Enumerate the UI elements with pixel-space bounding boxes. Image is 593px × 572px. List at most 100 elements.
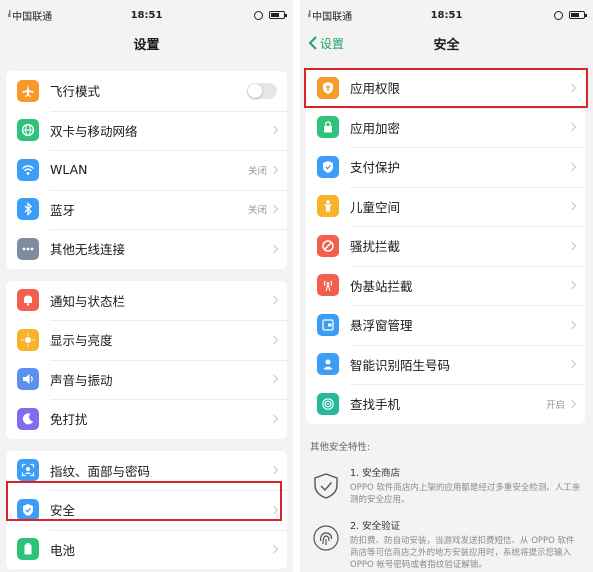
battery-icon	[17, 538, 39, 561]
page-title: 安全	[433, 37, 460, 53]
list-item-label: 骚扰拦截	[350, 239, 401, 255]
chevron-right-icon	[269, 165, 279, 174]
settings-group: 通知与状态栏显示与亮度声音与振动免打扰	[6, 280, 287, 439]
shield-key-icon	[317, 76, 339, 99]
shield-check-icon	[317, 155, 339, 178]
chevron-right-icon	[269, 296, 279, 305]
carrier-name: 中国联通	[312, 11, 353, 23]
list-item-label: 免打扰	[50, 412, 88, 428]
list-item-label: 电池	[50, 542, 76, 558]
feature-title: 1. 安全商店	[350, 467, 401, 479]
airplane-mode-toggle[interactable]	[247, 82, 277, 99]
chevron-right-icon	[269, 244, 279, 253]
speaker-icon	[17, 368, 39, 391]
list-item[interactable]: 查找手机 开启	[306, 384, 585, 424]
list-item-label: 其他无线连接	[50, 242, 126, 258]
chevron-right-icon	[567, 399, 577, 408]
list-item-label: 智能识别陌生号码	[350, 357, 451, 373]
list-item-label: 悬浮窗管理	[350, 318, 413, 334]
back-label: 设置	[320, 36, 345, 51]
chevron-right-icon	[567, 241, 577, 250]
list-item[interactable]: 声音与振动	[6, 359, 287, 400]
feature-item: 2. 安全验证 防扣费、防自动安装，当游戏发送扣费短信、从 OPPO 软件商店等可…	[300, 518, 593, 571]
list-item[interactable]: 支付保护	[306, 147, 585, 187]
chevron-right-icon	[269, 126, 279, 135]
chevron-right-icon	[567, 123, 577, 132]
list-item-label: 蓝牙	[50, 202, 76, 218]
status-value: 开启	[545, 399, 565, 411]
bluetooth-icon	[17, 198, 39, 221]
chevron-right-icon	[269, 335, 279, 344]
list-item[interactable]: 通知与状态栏	[6, 281, 287, 321]
airplane-icon	[17, 79, 39, 102]
list-item-label: 通知与状态栏	[50, 293, 126, 309]
list-item-label: 应用加密	[350, 120, 401, 136]
security-panel: ᵢl 中国联通 18:51 设置 安全 应用权限应用加密支付保护 儿童空间骚扰拦截…	[300, 0, 593, 572]
list-item-label: 双卡与移动网络	[50, 123, 138, 139]
list-item[interactable]: 飞行模式	[6, 71, 287, 111]
contact-icon	[317, 353, 339, 376]
chevron-right-icon	[567, 281, 577, 290]
settings-list: 飞行模式 双卡与移动网络 WLAN 关闭 蓝牙 关闭 其他无线连接 通知与状态栏 显示与亮度 声音…	[0, 71, 293, 569]
page-title: 设置	[133, 37, 160, 53]
list-item[interactable]: 应用加密	[306, 107, 585, 148]
settings-group: 指纹、面部与密码安全电池	[6, 450, 287, 570]
list-item[interactable]: 蓝牙 关闭	[6, 189, 287, 230]
list-item-label: 应用权限	[350, 81, 401, 97]
chevron-left-icon	[308, 36, 317, 50]
list-item[interactable]: 伪基站拦截	[306, 265, 585, 306]
list-item[interactable]: 智能识别陌生号码	[306, 344, 585, 385]
list-item[interactable]: 应用权限	[306, 68, 585, 108]
feature-description: OPPO 软件商店内上架的应用都是经过多重安全检测、人工亲测的安全应用。	[350, 482, 581, 505]
list-item[interactable]: 电池	[6, 529, 287, 570]
list-item[interactable]: 显示与亮度	[6, 320, 287, 360]
chevron-right-icon	[567, 360, 577, 369]
lock-icon	[317, 116, 339, 139]
shield-outline-icon	[314, 472, 338, 499]
list-item[interactable]: 儿童空间	[306, 186, 585, 227]
face-id-icon	[17, 459, 39, 482]
other-features-title: 其他安全特性:	[310, 441, 371, 453]
bell-icon	[17, 289, 39, 312]
fingerprint-icon	[313, 524, 339, 551]
settings-panel: ᵢl 中国联通 18:51 设置 飞行模式 双卡与移动网络 WLAN 关闭 蓝牙 关闭 其他…	[0, 0, 293, 572]
list-item[interactable]: 其他无线连接	[6, 229, 287, 269]
floating-window-icon	[317, 313, 339, 336]
chevron-right-icon	[269, 205, 279, 214]
moon-icon	[17, 407, 39, 430]
globe-icon	[17, 119, 39, 142]
shield-icon	[17, 498, 39, 521]
list-item[interactable]: 安全	[6, 490, 287, 530]
list-item-label: 查找手机	[350, 397, 401, 413]
carrier-name: 中国联通	[12, 11, 53, 23]
chevron-right-icon	[567, 162, 577, 171]
security-list: 应用权限 应用加密 支付保护 儿童空间 骚扰拦截 伪基站拦截 悬浮窗管理 智能识别陌生号码 查找…	[300, 68, 593, 424]
sun-icon	[17, 328, 39, 351]
list-item-label: 安全	[50, 503, 76, 519]
more-dots-icon	[17, 237, 39, 260]
features-list: 1. 安全商店 OPPO 软件商店内上架的应用都是经过多重安全检测、人工亲测的安全…	[300, 465, 593, 571]
block-icon	[317, 234, 339, 257]
back-button[interactable]: 设置	[308, 30, 344, 56]
list-item[interactable]: 骚扰拦截	[306, 226, 585, 266]
list-item-label: WLAN	[50, 162, 88, 178]
status-value: 关闭	[247, 205, 267, 217]
chevron-right-icon	[567, 202, 577, 211]
security-group: 应用权限 应用加密 支付保护 儿童空间 骚扰拦截 伪基站拦截 悬浮窗管理 智能识别陌生号码 查找…	[306, 68, 585, 424]
list-item[interactable]: 指纹、面部与密码	[6, 451, 287, 491]
list-item[interactable]: 悬浮窗管理	[306, 305, 585, 345]
signal-icon: ᵢl	[308, 10, 311, 20]
list-item[interactable]: 双卡与移动网络	[6, 110, 287, 151]
list-item-label: 伪基站拦截	[350, 278, 413, 294]
list-item-label: 飞行模式	[50, 84, 101, 100]
list-item-label: 声音与振动	[50, 372, 113, 388]
status-bar: ᵢl 中国联通 18:51	[300, 0, 593, 30]
list-item[interactable]: WLAN 关闭	[6, 150, 287, 190]
status-value: 关闭	[247, 165, 267, 177]
list-item[interactable]: 免打扰	[6, 399, 287, 439]
antenna-icon	[317, 274, 339, 297]
settings-group: 飞行模式 双卡与移动网络 WLAN 关闭 蓝牙 关闭 其他无线连接	[6, 71, 287, 269]
battery-status-icon	[569, 11, 587, 19]
alarm-icon	[554, 10, 563, 20]
signal-icon: ᵢl	[8, 10, 11, 20]
